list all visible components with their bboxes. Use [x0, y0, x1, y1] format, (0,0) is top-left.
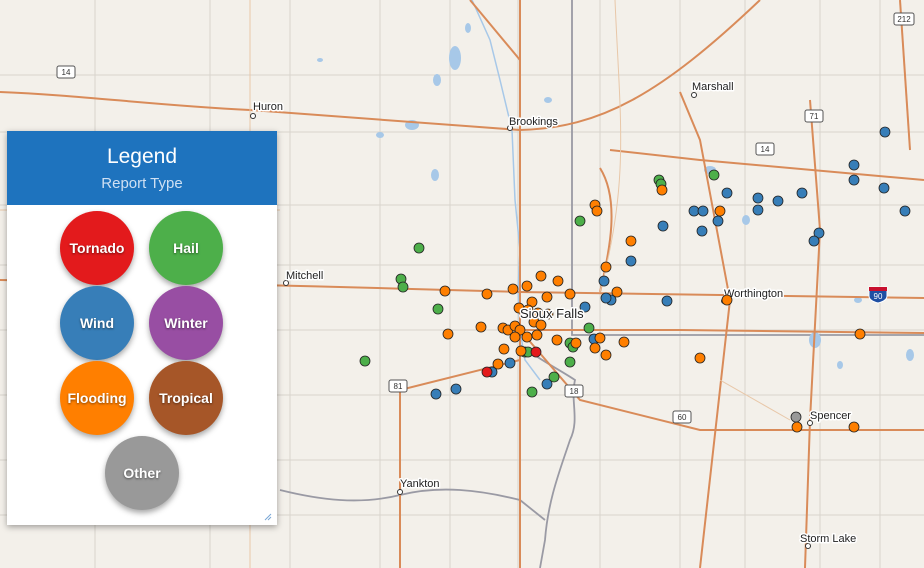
legend-hail-button[interactable]: Hail — [149, 211, 223, 285]
report-marker-wind[interactable] — [772, 195, 784, 207]
report-marker-flooding[interactable] — [521, 331, 533, 343]
report-marker-wind[interactable] — [625, 255, 637, 267]
report-marker-flooding[interactable] — [570, 337, 582, 349]
report-marker-flooding[interactable] — [618, 336, 630, 348]
report-marker-flooding[interactable] — [791, 421, 803, 433]
report-marker-hail[interactable] — [397, 281, 409, 293]
report-marker-flooding[interactable] — [481, 288, 493, 300]
report-marker-wind[interactable] — [657, 220, 669, 232]
report-marker-flooding[interactable] — [714, 205, 726, 217]
report-marker-flooding[interactable] — [551, 334, 563, 346]
report-marker-flooding[interactable] — [442, 328, 454, 340]
legend-tornado-button[interactable]: Tornado — [60, 211, 134, 285]
legend-other-button[interactable]: Other — [105, 436, 179, 510]
report-marker-flooding[interactable] — [625, 235, 637, 247]
legend-winter-button[interactable]: Winter — [149, 286, 223, 360]
report-marker-flooding[interactable] — [848, 421, 860, 433]
report-marker-flooding[interactable] — [531, 329, 543, 341]
report-marker-hail[interactable] — [574, 215, 586, 227]
report-marker-flooding[interactable] — [521, 280, 533, 292]
report-marker-flooding[interactable] — [589, 342, 601, 354]
report-marker-flooding[interactable] — [854, 328, 866, 340]
city-label-worthington: Worthington — [724, 288, 783, 300]
report-marker-flooding[interactable] — [492, 358, 504, 370]
report-marker-wind[interactable] — [752, 192, 764, 204]
report-marker-wind[interactable] — [879, 126, 891, 138]
svg-text:90: 90 — [874, 292, 883, 301]
legend-wind-button[interactable]: Wind — [60, 286, 134, 360]
city-label-spencer: Spencer — [810, 410, 851, 422]
report-marker-flooding[interactable] — [564, 288, 576, 300]
report-marker-wind[interactable] — [696, 225, 708, 237]
city-label-mitchell: Mitchell — [286, 270, 323, 282]
report-marker-flooding[interactable] — [535, 270, 547, 282]
svg-text:212: 212 — [897, 15, 911, 24]
report-marker-flooding[interactable] — [721, 294, 733, 306]
report-marker-hail[interactable] — [526, 386, 538, 398]
report-marker-hail[interactable] — [564, 356, 576, 368]
svg-text:14: 14 — [62, 68, 71, 77]
legend-panel: Legend Report Type Tornado Hail Wind Win… — [7, 131, 277, 525]
report-marker-flooding[interactable] — [611, 286, 623, 298]
report-marker-flooding[interactable] — [694, 352, 706, 364]
report-marker-wind[interactable] — [808, 235, 820, 247]
report-marker-wind[interactable] — [721, 187, 733, 199]
svg-text:60: 60 — [678, 413, 687, 422]
report-marker-tornado[interactable] — [481, 366, 493, 378]
report-marker-wind[interactable] — [430, 388, 442, 400]
report-marker-other[interactable] — [790, 411, 802, 423]
city-label-marshall: Marshall — [692, 81, 734, 93]
report-marker-flooding[interactable] — [507, 283, 519, 295]
report-marker-wind[interactable] — [878, 182, 890, 194]
report-marker-wind[interactable] — [688, 205, 700, 217]
resize-grip-icon[interactable] — [264, 513, 272, 521]
svg-text:18: 18 — [570, 387, 579, 396]
report-marker-wind[interactable] — [661, 295, 673, 307]
legend-subtitle: Report Type — [101, 175, 183, 192]
report-marker-tornado[interactable] — [530, 346, 542, 358]
legend-flooding-button[interactable]: Flooding — [60, 361, 134, 435]
report-marker-flooding[interactable] — [594, 332, 606, 344]
report-marker-flooding[interactable] — [439, 285, 451, 297]
city-label-storm-lake: Storm Lake — [800, 533, 856, 545]
report-marker-flooding[interactable] — [600, 349, 612, 361]
svg-text:14: 14 — [761, 145, 770, 154]
report-marker-wind[interactable] — [504, 357, 516, 369]
report-marker-flooding[interactable] — [515, 345, 527, 357]
svg-text:81: 81 — [394, 382, 403, 391]
report-marker-hail[interactable] — [413, 242, 425, 254]
city-label-sioux-falls: Sioux Falls — [520, 306, 584, 321]
report-marker-hail[interactable] — [583, 322, 595, 334]
report-marker-flooding[interactable] — [656, 184, 668, 196]
report-marker-flooding[interactable] — [535, 319, 547, 331]
legend-tropical-button[interactable]: Tropical — [149, 361, 223, 435]
report-marker-flooding[interactable] — [509, 331, 521, 343]
report-marker-wind[interactable] — [600, 292, 612, 304]
report-marker-hail[interactable] — [432, 303, 444, 315]
report-marker-wind[interactable] — [848, 174, 860, 186]
city-label-yankton: Yankton — [400, 478, 440, 490]
report-marker-flooding[interactable] — [600, 261, 612, 273]
report-marker-wind[interactable] — [450, 383, 462, 395]
report-marker-wind[interactable] — [712, 215, 724, 227]
report-marker-wind[interactable] — [796, 187, 808, 199]
report-marker-hail[interactable] — [359, 355, 371, 367]
legend-header: Legend Report Type — [7, 131, 277, 205]
report-marker-wind[interactable] — [899, 205, 911, 217]
report-marker-wind[interactable] — [848, 159, 860, 171]
report-marker-flooding[interactable] — [552, 275, 564, 287]
report-marker-flooding[interactable] — [541, 291, 553, 303]
svg-text:71: 71 — [810, 112, 819, 121]
report-marker-wind[interactable] — [752, 204, 764, 216]
legend-title: Legend — [106, 145, 178, 168]
report-marker-flooding[interactable] — [498, 343, 510, 355]
report-marker-wind[interactable] — [598, 275, 610, 287]
city-label-brookings: Brookings — [509, 116, 558, 128]
report-marker-hail[interactable] — [708, 169, 720, 181]
city-label-huron: Huron — [253, 101, 283, 113]
report-marker-hail[interactable] — [548, 371, 560, 383]
report-marker-flooding[interactable] — [591, 205, 603, 217]
report-marker-wind[interactable] — [697, 205, 709, 217]
report-marker-flooding[interactable] — [475, 321, 487, 333]
